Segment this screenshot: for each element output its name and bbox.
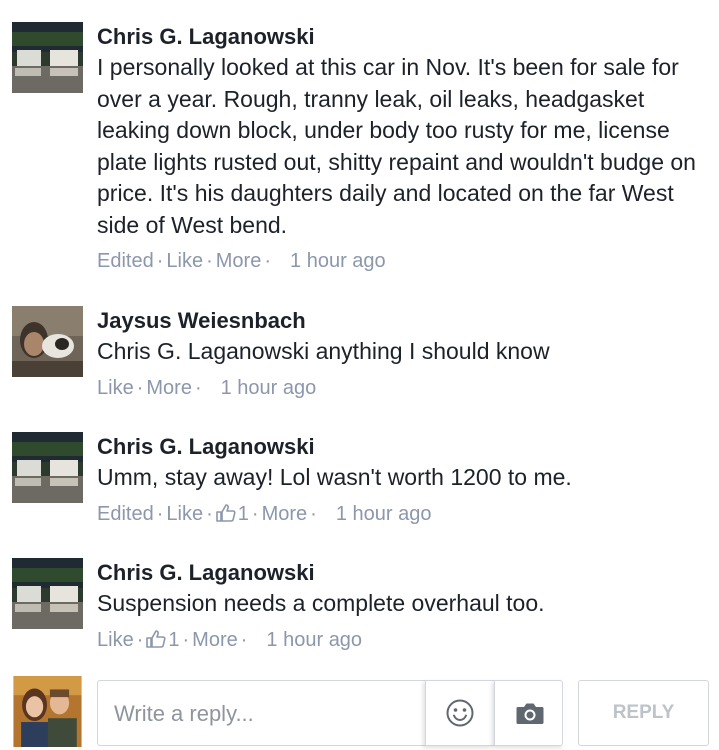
comment-meta: Edited · Like · 1 · More · 1 hour ago: [97, 500, 709, 530]
comment-meta: Like · More · 1 hour ago: [97, 376, 317, 399]
comment-author[interactable]: Chris G. Laganowski: [97, 558, 709, 588]
reply-input-placeholder: Write a reply...: [114, 701, 254, 726]
edited-link[interactable]: Edited: [97, 250, 154, 272]
like-link[interactable]: Like: [97, 377, 134, 399]
like-count[interactable]: 1: [238, 503, 249, 525]
comment-timestamp: 1 hour ago: [266, 628, 363, 651]
comment-author[interactable]: Jaysus Weiesnbach: [97, 306, 709, 336]
camera-icon: [516, 703, 543, 724]
avatar[interactable]: [12, 558, 83, 629]
comment-author[interactable]: Chris G. Laganowski: [97, 432, 709, 462]
like-link[interactable]: Like: [166, 250, 203, 272]
avatar[interactable]: [12, 22, 83, 93]
comment-text: Suspension needs a complete overhaul too…: [97, 590, 545, 616]
emoji-button[interactable]: [425, 680, 493, 746]
comment-timestamp: 1 hour ago: [335, 502, 432, 525]
current-user-avatar: [12, 676, 83, 747]
comment-timestamp: 1 hour ago: [290, 250, 386, 272]
camera-button[interactable]: [494, 680, 564, 746]
like-link[interactable]: Like: [97, 629, 134, 651]
more-link[interactable]: More: [192, 629, 238, 651]
thumbs-up-icon: [146, 628, 166, 656]
like-link[interactable]: Like: [166, 503, 203, 525]
avatar[interactable]: [12, 306, 83, 377]
comment-text: I personally looked at this car in Nov. …: [97, 54, 696, 238]
thumbs-up-icon: [215, 502, 236, 530]
more-link[interactable]: More: [146, 377, 192, 399]
smiley-icon: [446, 699, 473, 727]
comment-timestamp: 1 hour ago: [220, 376, 317, 399]
comment-meta: Like · 1 · More · 1 hour ago: [97, 626, 709, 656]
reply-bar: Write a reply... REPLY: [0, 676, 719, 750]
comment-meta: Edited · Like · More · 1 hour ago: [97, 250, 386, 272]
more-link[interactable]: More: [216, 250, 262, 272]
comment-text: Umm, stay away! Lol wasn't worth 1200 to…: [97, 464, 572, 490]
comment-text: Chris G. Laganowski anything I should kn…: [97, 338, 550, 364]
comment-author[interactable]: Chris G. Laganowski: [97, 22, 709, 52]
more-link[interactable]: More: [262, 503, 308, 525]
reply-input[interactable]: Write a reply...: [97, 680, 563, 746]
reply-button[interactable]: REPLY: [578, 680, 709, 746]
like-count[interactable]: 1: [168, 629, 179, 651]
edited-link[interactable]: Edited: [97, 503, 154, 525]
avatar[interactable]: [12, 432, 83, 503]
